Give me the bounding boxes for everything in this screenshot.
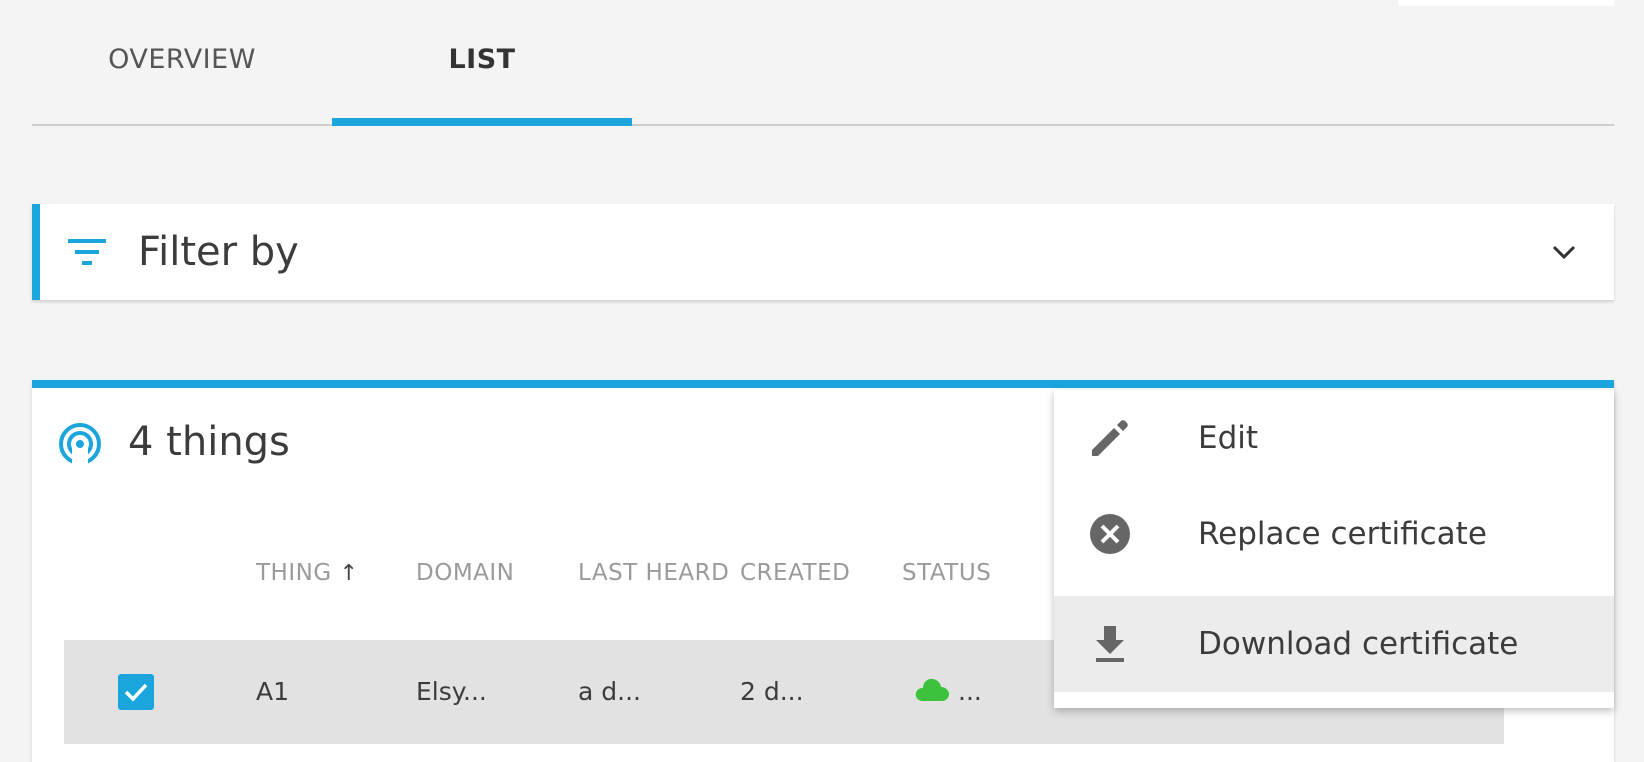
signal-icon [59,423,101,466]
chevron-down-icon[interactable] [1550,238,1578,266]
column-header-last-heard[interactable]: LAST HEARD [578,560,729,586]
cloud-icon [915,678,949,701]
menu-item-edit-label: Edit [1198,420,1259,456]
tab-overview[interactable]: OVERVIEW [32,0,332,120]
column-header-thing[interactable]: THING ↑ [256,560,359,586]
checkmark-icon [124,683,148,702]
cancel-circle-icon [1090,514,1130,554]
cell-last-heard: a d... [578,677,641,706]
tab-bar: OVERVIEW LIST [32,0,1614,126]
column-header-thing-label: THING [256,560,332,586]
cell-domain: Elsy... [416,677,487,706]
column-header-created[interactable]: CREATED [740,560,850,586]
column-header-status[interactable]: STATUS [902,560,991,586]
cell-thing[interactable]: A1 [256,674,289,710]
column-header-domain[interactable]: DOMAIN [416,560,514,586]
menu-item-replace-certificate[interactable]: Replace certificate [1054,486,1614,582]
cell-created: 2 d... [740,677,804,706]
pencil-icon [1092,420,1128,456]
cell-status-text: ... [958,677,982,706]
menu-item-download-certificate-label: Download certificate [1198,626,1519,662]
download-icon [1096,626,1124,662]
filter-label: Filter by [138,229,299,275]
sort-ascending-icon: ↑ [339,561,359,586]
things-count-title: 4 things [128,419,290,465]
menu-item-edit[interactable]: Edit [1054,390,1614,486]
filter-panel[interactable]: Filter by [32,204,1614,300]
menu-item-replace-certificate-label: Replace certificate [1198,516,1487,552]
active-tab-indicator [332,118,632,126]
row-checkbox[interactable] [118,674,154,710]
menu-item-download-certificate[interactable]: Download certificate [1054,596,1614,692]
filter-icon [68,239,106,265]
row-actions-menu: Edit Replace certificate Download certif… [1054,390,1614,708]
tab-list[interactable]: LIST [332,0,632,120]
